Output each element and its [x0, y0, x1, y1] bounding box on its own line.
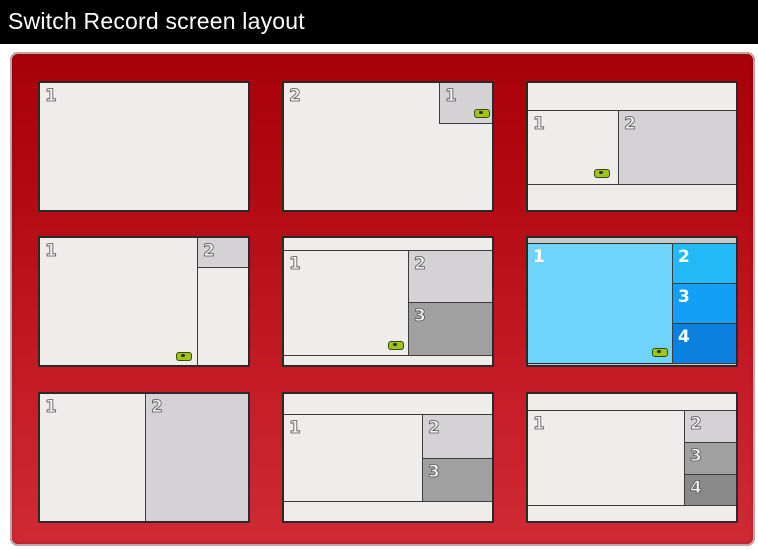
screen-number: 1 [289, 254, 302, 275]
screen-number: 4 [690, 478, 703, 499]
screen-number: 1 [45, 397, 58, 418]
layout-option-main-plus-three-letterbox[interactable]: 1 2 3 4 [526, 392, 738, 523]
camera-icon [474, 109, 490, 118]
screen-number: 1 [445, 86, 458, 107]
title-bar: Switch Record screen layout [0, 0, 758, 44]
screen-number: 2 [428, 418, 441, 439]
screen-cell-3: 3 [684, 442, 736, 475]
screen-cell-2: 2 [145, 394, 248, 521]
screen-cell-3: 3 [422, 458, 492, 502]
screen-number: 2 [690, 414, 703, 435]
layout-option-side-by-side-letterbox[interactable]: 1 2 [526, 81, 738, 212]
screen-cell-2: 2 [618, 110, 736, 185]
layout-option-main-plus-two-stacked[interactable]: 1 2 3 [282, 236, 494, 367]
screen-cell-2: 2 [672, 243, 736, 284]
layout-option-split-half[interactable]: 1 2 [38, 392, 250, 523]
screen-number: 2 [678, 247, 690, 267]
screen-cell-empty [197, 267, 248, 365]
screen-cell-2: 2 [684, 410, 736, 443]
screen-cell-1: 1 [40, 83, 248, 210]
screen-cell-2: 2 [408, 250, 492, 303]
screen-number: 2 [151, 397, 164, 418]
layout-option-single[interactable]: 1 [38, 81, 250, 212]
camera-icon [176, 352, 192, 361]
screen-number: 2 [414, 254, 427, 275]
screen-cell-3: 3 [408, 302, 492, 356]
layout-panel: 1 2 1 1 2 1 2 1 2 3 1 2 3 4 1 2 1 2 3 1 … [10, 52, 755, 546]
screen-cell-3: 3 [672, 283, 736, 324]
screen-number: 4 [678, 327, 690, 347]
screen-number: 1 [289, 418, 302, 439]
screen-number: 1 [45, 241, 58, 262]
screen-cell-1: 1 [40, 394, 146, 521]
screen-cell-4: 4 [684, 474, 736, 506]
camera-icon [594, 169, 610, 178]
screen-cell-1: 1 [40, 238, 198, 365]
layout-option-pip[interactable]: 2 1 [282, 81, 494, 212]
screen-cell-4: 4 [672, 323, 736, 364]
screen-cell-1: 1 [528, 110, 619, 185]
screen-cell-2: 2 [422, 414, 492, 459]
layout-option-main-plus-two-letterbox[interactable]: 1 2 3 [282, 392, 494, 523]
screen-number: 1 [533, 247, 545, 267]
screen-cell-1: 1 [284, 250, 409, 356]
screen-number: 3 [428, 462, 441, 483]
camera-icon [652, 348, 668, 357]
screen-cell-2: 2 [197, 238, 248, 268]
screen-cell-1: 1 [528, 410, 685, 506]
screen-number: 3 [678, 287, 690, 307]
screen-number: 1 [533, 414, 546, 435]
screen-number: 2 [624, 114, 637, 135]
layout-option-main-with-corner[interactable]: 1 2 [38, 236, 250, 367]
screen-number: 2 [289, 86, 302, 107]
screen-cell-1: 1 [439, 83, 492, 124]
camera-icon [388, 341, 404, 350]
screen-number: 1 [533, 114, 546, 135]
screen-number: 3 [690, 446, 703, 467]
screen-number: 1 [45, 86, 58, 107]
screen-number: 2 [203, 241, 216, 262]
layout-option-main-plus-three-stacked[interactable]: 1 2 3 4 [526, 236, 738, 367]
screen-cell-1: 1 [528, 243, 673, 364]
screen-number: 3 [414, 306, 427, 327]
screen-cell-1: 1 [284, 414, 423, 502]
page-title: Switch Record screen layout [8, 8, 305, 34]
